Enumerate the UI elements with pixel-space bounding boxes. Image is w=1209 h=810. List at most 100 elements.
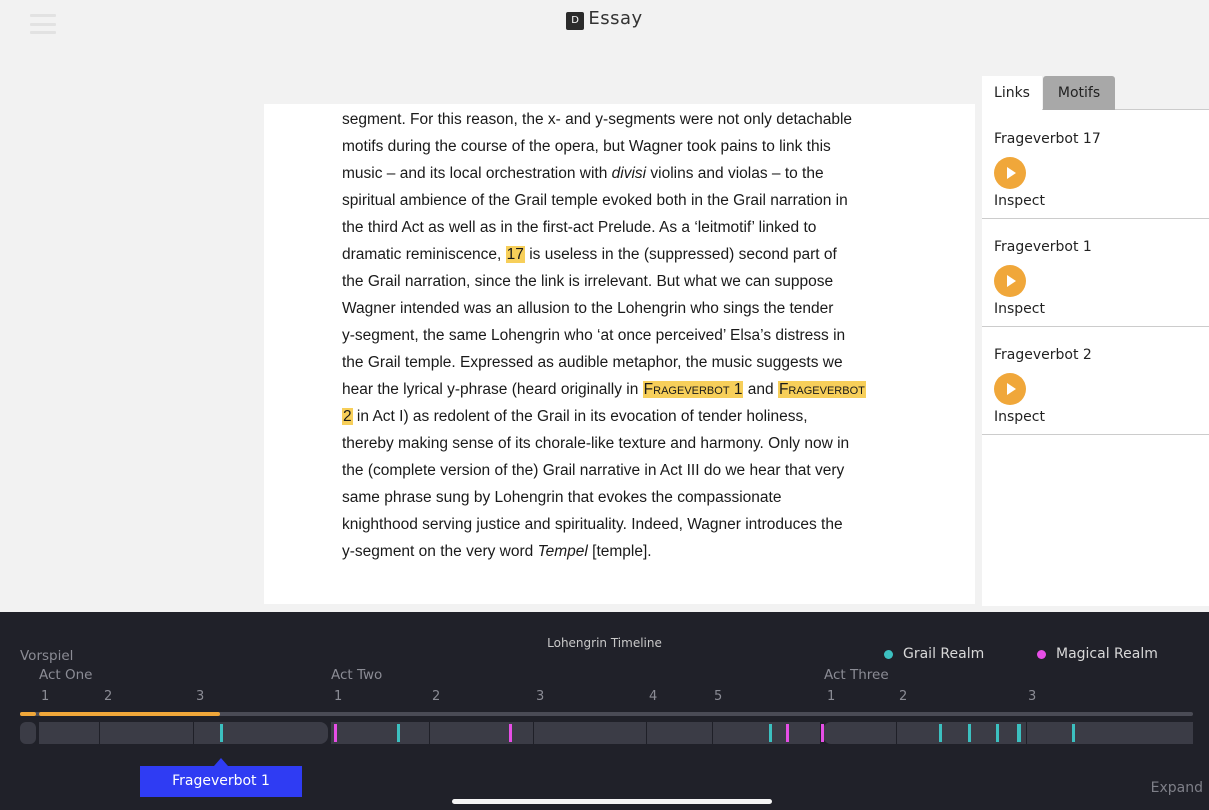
tab-links[interactable]: Links bbox=[982, 76, 1042, 110]
link-item: Frageverbot 17 Inspect bbox=[982, 111, 1209, 219]
scene-number[interactable]: 2 bbox=[432, 689, 440, 704]
scene-divider bbox=[896, 722, 897, 744]
essay-panel: segment. For this reason, the x- and y-s… bbox=[264, 104, 975, 604]
tooltip-arrow bbox=[214, 758, 228, 766]
essay-line: 2 in Act I) as redolent of the Grail in … bbox=[342, 403, 942, 430]
motif-marker-grail[interactable] bbox=[996, 724, 999, 742]
inspect-link[interactable]: Inspect bbox=[994, 193, 1045, 209]
expand-button[interactable]: Expand bbox=[1151, 780, 1203, 796]
essay-line: same phrase sung by Lohengrin that evoke… bbox=[342, 484, 942, 511]
tab-motifs[interactable]: Motifs bbox=[1043, 76, 1115, 110]
essay-line: hear the lyrical y-phrase (heard origina… bbox=[342, 376, 942, 403]
section-vorspiel[interactable]: Vorspiel bbox=[20, 648, 73, 664]
essay-text-run: dramatic reminiscence, bbox=[342, 246, 506, 263]
progress-fill-prelude bbox=[20, 712, 36, 716]
essay-text-run: spiritual ambience of the Grail temple e… bbox=[342, 192, 848, 209]
motif-reference-link[interactable]: 2 bbox=[342, 408, 353, 425]
scene-number[interactable]: 3 bbox=[536, 689, 544, 704]
scene-divider bbox=[99, 722, 100, 744]
timeline-segment-act-three[interactable] bbox=[823, 722, 1193, 744]
timeline-panel: Lohengrin Timeline Grail Realm Magical R… bbox=[0, 612, 1209, 810]
motif-marker-grail[interactable] bbox=[968, 724, 971, 742]
essay-text-run: Wagner intended was an allusion to the L… bbox=[342, 300, 834, 317]
page-title: D Essay bbox=[0, 8, 1209, 30]
scene-divider bbox=[429, 722, 430, 744]
section-act-three[interactable]: Act Three bbox=[824, 667, 889, 683]
timeline-segment-prelude[interactable] bbox=[20, 722, 36, 744]
essay-text-run: music – and its local orchestration with bbox=[342, 165, 612, 182]
scene-divider bbox=[646, 722, 647, 744]
essay-text-run: in Act I) as redolent of the Grail in it… bbox=[352, 408, 808, 425]
essay-line: the (complete version of the) Grail narr… bbox=[342, 457, 942, 484]
essay-line: dramatic reminiscence, 17 is useless in … bbox=[342, 241, 942, 268]
scene-number[interactable]: 2 bbox=[104, 689, 112, 704]
essay-line: the third Act as well as in the first-ac… bbox=[342, 214, 942, 241]
essay-line: Wagner intended was an allusion to the L… bbox=[342, 295, 942, 322]
motif-tooltip[interactable]: Frageverbot 1 bbox=[140, 766, 302, 797]
scene-number[interactable]: 5 bbox=[714, 689, 722, 704]
essay-text-run: thereby making sense of its chorale-like… bbox=[342, 435, 850, 452]
motif-reference-link[interactable]: 17 bbox=[505, 246, 525, 263]
essay-line: spiritual ambience of the Grail temple e… bbox=[342, 187, 942, 214]
essay-line: the Grail narration, since the link is i… bbox=[342, 268, 942, 295]
inspect-link[interactable]: Inspect bbox=[994, 409, 1045, 425]
essay-text-run: segment. For this reason, the x- and y-s… bbox=[342, 111, 853, 128]
grail-dot-icon bbox=[884, 649, 893, 659]
motif-reference-link[interactable]: Frageverbot 1 bbox=[642, 381, 744, 398]
motif-marker-grail[interactable] bbox=[1072, 724, 1075, 742]
play-icon[interactable] bbox=[994, 373, 1026, 405]
scene-number[interactable]: 1 bbox=[334, 689, 342, 704]
essay-text-run: motifs during the course of the opera, b… bbox=[342, 138, 831, 155]
progress-fill-act-one bbox=[39, 712, 220, 716]
scene-divider bbox=[712, 722, 713, 744]
essay-text-run: y-segment on the very word bbox=[342, 543, 538, 560]
motif-marker-magical[interactable] bbox=[509, 724, 512, 742]
scene-number[interactable]: 4 bbox=[649, 689, 657, 704]
motif-marker-grail[interactable] bbox=[769, 724, 772, 742]
link-title: Frageverbot 1 bbox=[994, 239, 1092, 255]
timeline-title: Lohengrin Timeline bbox=[547, 636, 662, 650]
scene-divider bbox=[533, 722, 534, 744]
essay-line: the Grail temple. Expressed as audible m… bbox=[342, 349, 942, 376]
scene-number[interactable]: 1 bbox=[41, 689, 49, 704]
play-icon[interactable] bbox=[994, 157, 1026, 189]
essay-text: segment. For this reason, the x- and y-s… bbox=[342, 106, 942, 565]
scene-number[interactable]: 1 bbox=[827, 689, 835, 704]
essay-line: thereby making sense of its chorale-like… bbox=[342, 430, 942, 457]
home-indicator[interactable] bbox=[452, 799, 772, 804]
motif-marker-grail[interactable] bbox=[1017, 724, 1021, 742]
motif-marker-magical[interactable] bbox=[334, 724, 337, 742]
essay-text-run: violins and violas – to the bbox=[646, 165, 824, 182]
scene-number[interactable]: 2 bbox=[899, 689, 907, 704]
timeline-segment-act-one[interactable] bbox=[39, 722, 328, 744]
essay-text-run: the Grail narration, since the link is i… bbox=[342, 273, 834, 290]
link-list: Frageverbot 17 Inspect Frageverbot 1 Ins… bbox=[982, 111, 1209, 435]
timeline-segment-act-two[interactable] bbox=[331, 722, 820, 744]
motif-marker-magical[interactable] bbox=[821, 724, 824, 742]
link-item: Frageverbot 2 Inspect bbox=[982, 327, 1209, 435]
essay-line: segment. For this reason, the x- and y-s… bbox=[342, 106, 942, 133]
motif-marker-grail[interactable] bbox=[220, 724, 223, 742]
essay-text-run: the Grail temple. Expressed as audible m… bbox=[342, 354, 843, 371]
scene-number[interactable]: 3 bbox=[196, 689, 204, 704]
motif-marker-grail[interactable] bbox=[939, 724, 942, 742]
essay-text-run: same phrase sung by Lohengrin that evoke… bbox=[342, 489, 782, 506]
motif-reference-link[interactable]: Frageverbot bbox=[777, 381, 866, 398]
essay-line: knighthood serving justice and spiritual… bbox=[342, 511, 942, 538]
magical-dot-icon bbox=[1037, 649, 1046, 659]
essay-text-run: divisi bbox=[611, 165, 647, 182]
inspect-link[interactable]: Inspect bbox=[994, 301, 1045, 317]
essay-line: music – and its local orchestration with… bbox=[342, 160, 942, 187]
essay-text-run: hear the lyrical y-phrase (heard origina… bbox=[342, 381, 643, 398]
sidebar-tabs: Links Motifs bbox=[982, 76, 1209, 110]
play-icon[interactable] bbox=[994, 265, 1026, 297]
link-item: Frageverbot 1 Inspect bbox=[982, 219, 1209, 327]
section-act-one[interactable]: Act One bbox=[39, 667, 93, 683]
essay-text-run: Tempel bbox=[537, 543, 588, 560]
scene-number[interactable]: 3 bbox=[1028, 689, 1036, 704]
motif-marker-magical[interactable] bbox=[786, 724, 789, 742]
essay-text-run: and bbox=[743, 381, 778, 398]
section-act-two[interactable]: Act Two bbox=[331, 667, 382, 683]
motif-marker-grail[interactable] bbox=[397, 724, 400, 742]
essay-text-run: the third Act as well as in the first-ac… bbox=[342, 219, 817, 236]
